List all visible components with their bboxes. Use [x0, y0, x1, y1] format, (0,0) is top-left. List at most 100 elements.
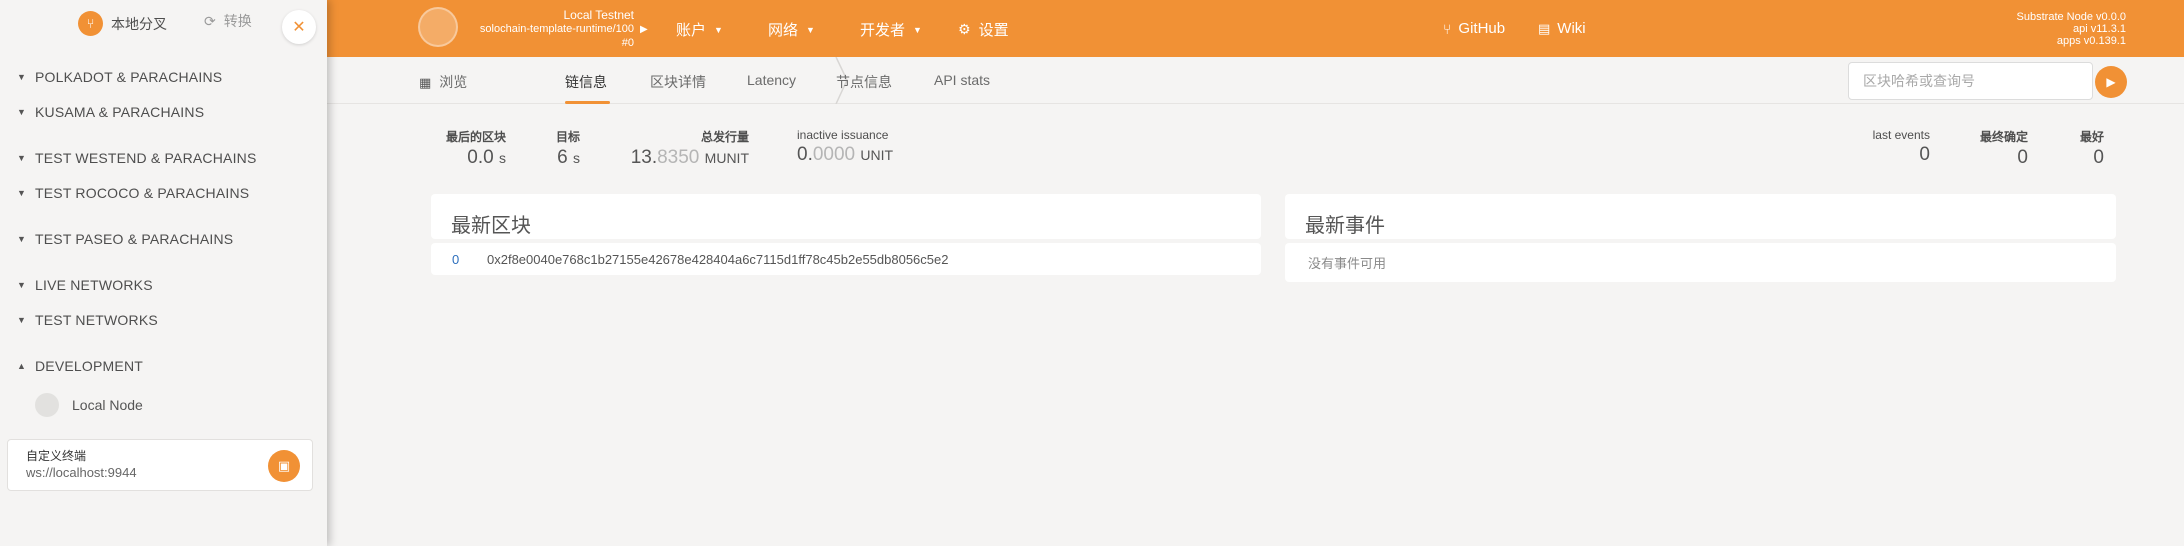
group-label: TEST WESTEND & PARACHAINS	[35, 150, 257, 166]
search-go-button[interactable]: ▶	[2095, 66, 2127, 98]
group-westend[interactable]: ▼ TEST WESTEND & PARACHAINS	[17, 150, 257, 166]
stat-target: 目标 6 s	[550, 128, 580, 169]
custom-endpoint-input[interactable]	[26, 465, 246, 480]
block-search-input[interactable]	[1848, 62, 2093, 100]
nav-settings[interactable]: ⚙ 设置	[958, 19, 1009, 40]
caret-down-icon: ▼	[17, 188, 27, 198]
group-label: TEST NETWORKS	[35, 312, 158, 328]
group-label: DEVELOPMENT	[35, 358, 143, 374]
save-icon: ▣	[277, 458, 291, 473]
group-kusama[interactable]: ▼ KUSAMA & PARACHAINS	[17, 104, 204, 120]
events-empty-row: 没有事件可用	[1285, 243, 2116, 282]
stat-value: 0.0	[467, 147, 494, 168]
stat-value-main: 0.	[797, 144, 813, 165]
switch-label: 转换	[223, 13, 252, 29]
apps-version: apps v0.139.1	[2056, 35, 2126, 47]
stat-label: last events	[1872, 128, 1930, 142]
stat-value: 0	[2017, 147, 2028, 168]
wiki-label: Wiki	[1557, 20, 1586, 37]
stat-unit: s	[499, 150, 506, 166]
group-development[interactable]: ▲ DEVELOPMENT	[17, 358, 143, 374]
local-fork-label: 本地分叉	[111, 15, 167, 32]
no-events-text: 没有事件可用	[1308, 256, 1387, 271]
top-bar: Local Testnet solochain-template-runtime…	[0, 0, 2184, 57]
chevron-down-icon: ▼	[806, 24, 815, 35]
network-sidebar: ⑂ 本地分叉 ⟳ 转换 ✕ ▼ POLKADOT & PARACHAINS ▼ KU…	[0, 0, 327, 546]
stat-value: 0	[2093, 147, 2104, 168]
stat-label: 最后的区块	[445, 130, 506, 144]
block-row: 0 0x2f8e0040e768c1b27155e42678e428404a6c…	[431, 243, 1261, 275]
stat-total-issuance: 总发行量 13.8350 MUNIT	[624, 128, 749, 169]
local-fork-button[interactable]: ⑂ 本地分叉	[78, 11, 167, 36]
stat-value-dim: 8350	[657, 147, 700, 168]
caret-down-icon: ▼	[17, 107, 27, 117]
stat-value-main: 13.	[630, 147, 658, 168]
caret-down-icon: ▼	[17, 280, 27, 290]
custom-endpoint-label: 自定义终端	[26, 449, 87, 463]
nav-developer-label: 开发者	[860, 22, 906, 39]
chevron-down-icon: ▼	[913, 24, 922, 35]
nav-settings-label: 设置	[978, 22, 1009, 39]
nav-network[interactable]: 网络 ▼	[768, 19, 815, 40]
custom-endpoint: 自定义终端 ▣	[7, 439, 313, 491]
stat-unit: MUNIT	[704, 150, 749, 166]
group-paseo[interactable]: ▼ TEST PASEO & PARACHAINS	[17, 231, 233, 247]
chain-logo	[418, 7, 458, 47]
group-test-networks[interactable]: ▼ TEST NETWORKS	[17, 312, 158, 328]
stat-unit: s	[573, 150, 580, 166]
stat-value: 0	[1919, 144, 1930, 165]
sync-icon: ⟳	[204, 12, 216, 29]
wiki-link[interactable]: ▤ Wiki	[1538, 20, 1586, 37]
code-fork-icon: ⑂	[78, 11, 103, 36]
tab-node-info[interactable]: 节点信息	[836, 72, 892, 92]
tab-browse[interactable]: ▦ 浏览	[419, 72, 467, 92]
block-hash: 0x2f8e0040e768c1b27155e42678e428404a6c71…	[487, 251, 949, 267]
caret-down-icon: ▼	[17, 315, 27, 325]
recent-events-header: 最新事件	[1285, 194, 2116, 239]
github-link[interactable]: ⑂ GitHub	[1443, 20, 1505, 37]
nav-developer[interactable]: 开发者 ▼	[860, 19, 922, 40]
close-sidebar-button[interactable]: ✕	[282, 10, 316, 44]
stat-label: 最终确定	[1979, 130, 2028, 144]
group-label: POLKADOT & PARACHAINS	[35, 69, 223, 85]
chain-selector[interactable]: Local Testnet solochain-template-runtime…	[418, 7, 648, 49]
stat-value-dim: 0000	[812, 144, 856, 165]
tab-api-stats[interactable]: API stats	[934, 72, 990, 88]
stat-unit: UNIT	[860, 147, 894, 163]
group-live-networks[interactable]: ▼ LIVE NETWORKS	[17, 277, 153, 293]
stat-last-block: 最后的区块 0.0 s	[442, 128, 506, 169]
recent-blocks-header: 最新区块	[431, 194, 1261, 239]
chain-name: Local Testnet	[563, 8, 635, 22]
group-polkadot[interactable]: ▼ POLKADOT & PARACHAINS	[17, 69, 222, 85]
local-node-option[interactable]: Local Node	[35, 393, 143, 417]
chain-block: #0	[621, 37, 634, 49]
save-endpoint-button[interactable]: ▣	[268, 450, 300, 482]
nav-accounts[interactable]: 账户 ▼	[676, 19, 723, 40]
group-label: TEST ROCOCO & PARACHAINS	[35, 185, 250, 201]
api-version: api v11.3.1	[2072, 23, 2126, 35]
group-rococo[interactable]: ▼ TEST ROCOCO & PARACHAINS	[17, 185, 249, 201]
gears-icon: ⚙	[958, 21, 971, 37]
group-label: KUSAMA & PARACHAINS	[35, 104, 205, 120]
tab-chain-info[interactable]: 链信息	[565, 72, 607, 92]
switch-button[interactable]: ⟳ 转换	[204, 11, 252, 31]
stat-value: 6	[557, 147, 568, 168]
github-label: GitHub	[1458, 20, 1506, 37]
version-info: Substrate Node v0.0.0 api v11.3.1 apps v…	[2017, 11, 2126, 47]
group-label: TEST PASEO & PARACHAINS	[35, 231, 234, 247]
play-icon: ▶	[2106, 75, 2116, 89]
block-number-link[interactable]: 0	[452, 252, 487, 267]
nav-network-label: 网络	[768, 22, 799, 39]
node-logo	[35, 393, 59, 417]
caret-down-icon: ▼	[17, 72, 27, 82]
stat-last-events: last events 0	[1860, 128, 1930, 166]
tab-block-details[interactable]: 区块详情	[650, 72, 706, 92]
tab-latency[interactable]: Latency	[747, 72, 796, 88]
stat-label: 总发行量	[700, 130, 749, 144]
stat-label: 最好	[2079, 130, 2104, 144]
grid-icon: ▦	[419, 75, 432, 90]
close-icon: ✕	[292, 19, 306, 36]
caret-right-icon: ▶	[640, 24, 648, 35]
active-tab-indicator	[565, 101, 610, 104]
stat-label: inactive issuance	[797, 128, 889, 142]
